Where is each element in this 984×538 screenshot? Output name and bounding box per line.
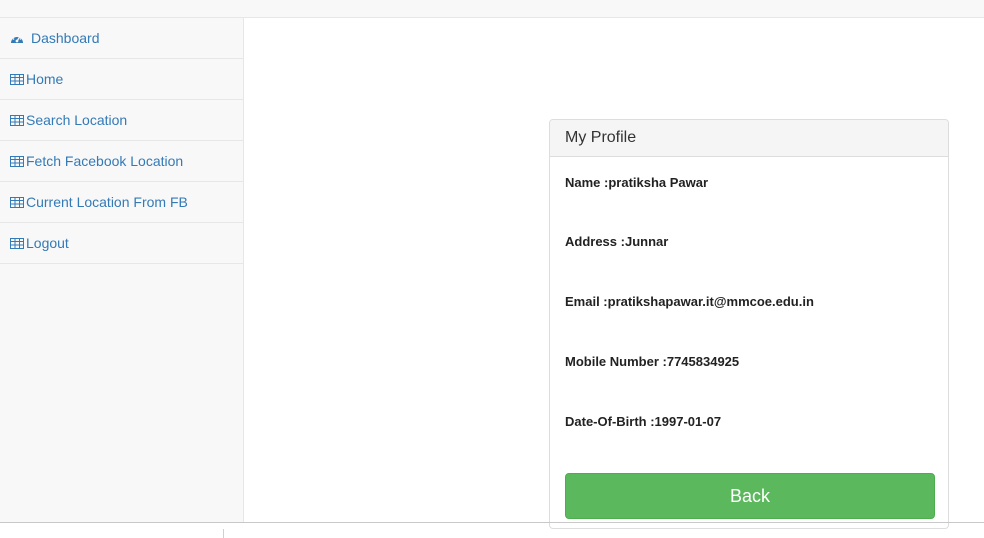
table-icon xyxy=(10,73,24,85)
sidebar: Dashboard Home Search Location Fetch Fac… xyxy=(0,18,244,522)
table-icon xyxy=(10,237,24,249)
profile-email: Email :pratikshapawar.it@mmcoe.edu.in xyxy=(565,294,814,309)
sidebar-item-current-location-from-fb[interactable]: Current Location From FB xyxy=(0,182,243,223)
footer-separator xyxy=(223,529,224,538)
back-button[interactable]: Back xyxy=(565,473,935,519)
profile-fields: Name :pratiksha Pawar Address :Junnar Em… xyxy=(550,157,948,457)
footer-divider xyxy=(0,522,984,523)
sidebar-item-search-location[interactable]: Search Location xyxy=(0,100,243,141)
sidebar-item-home[interactable]: Home xyxy=(0,59,243,100)
sidebar-item-label: Fetch Facebook Location xyxy=(26,153,184,169)
sidebar-item-dashboard[interactable]: Dashboard xyxy=(0,18,243,59)
table-icon xyxy=(10,114,24,126)
profile-dob: Date-Of-Birth :1997-01-07 xyxy=(565,414,722,429)
sidebar-item-fetch-facebook-location[interactable]: Fetch Facebook Location xyxy=(0,141,243,182)
sidebar-item-label: Search Location xyxy=(26,112,128,128)
top-navbar xyxy=(0,0,984,18)
panel-title: My Profile xyxy=(550,120,948,157)
profile-panel: My Profile Name :pratiksha Pawar Address… xyxy=(549,119,949,529)
sidebar-item-label: Logout xyxy=(26,235,69,251)
profile-mobile: Mobile Number :7745834925 xyxy=(565,354,740,369)
profile-address: Address :Junnar xyxy=(565,234,669,249)
dashboard-icon xyxy=(10,32,24,44)
table-icon xyxy=(10,155,24,167)
sidebar-item-label: Current Location From FB xyxy=(26,194,188,210)
table-icon xyxy=(10,196,24,208)
profile-name: Name :pratiksha Pawar xyxy=(565,175,709,190)
sidebar-item-label: Dashboard xyxy=(31,30,100,46)
sidebar-item-label: Home xyxy=(26,71,64,87)
sidebar-item-logout[interactable]: Logout xyxy=(0,223,243,264)
